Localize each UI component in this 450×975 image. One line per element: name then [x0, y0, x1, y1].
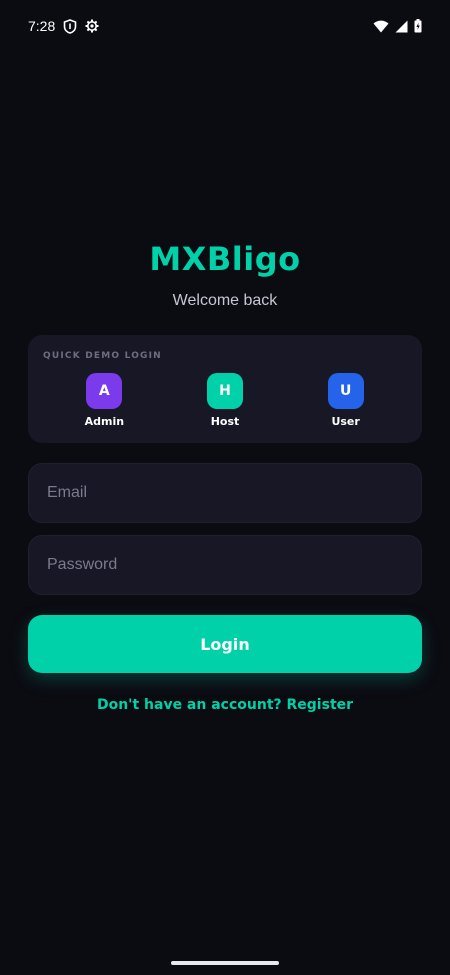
status-right — [373, 19, 422, 33]
register-link[interactable]: Don't have an account? Register — [0, 697, 450, 713]
password-input[interactable] — [29, 536, 421, 594]
welcome-subtitle: Welcome back — [172, 292, 278, 309]
quick-demo-options: A Admin H Host U User — [28, 373, 422, 428]
shield-icon — [63, 18, 77, 34]
status-left: 7:28 — [28, 18, 99, 34]
admin-label: Admin — [84, 415, 125, 428]
home-indicator[interactable] — [171, 961, 279, 965]
email-input[interactable] — [29, 464, 421, 522]
demo-login-user[interactable]: U User — [306, 373, 386, 428]
admin-badge: A — [86, 373, 123, 409]
settings-gear-icon — [85, 19, 99, 33]
demo-login-admin[interactable]: A Admin — [64, 373, 144, 428]
wifi-icon — [373, 20, 389, 33]
quick-demo-card: QUICK DEMO LOGIN A Admin H Host U User — [28, 335, 422, 443]
signal-icon — [395, 20, 408, 33]
password-field-container — [28, 535, 422, 595]
demo-login-host[interactable]: H Host — [185, 373, 265, 428]
user-label: User — [331, 415, 360, 428]
status-bar: 7:28 — [0, 0, 450, 52]
host-badge: H — [206, 373, 243, 409]
quick-demo-title: QUICK DEMO LOGIN — [43, 351, 162, 361]
status-time: 7:28 — [28, 18, 56, 34]
email-field-container — [28, 463, 422, 523]
user-badge: U — [327, 373, 364, 409]
host-label: Host — [210, 415, 240, 428]
app-title: MXBligo — [149, 240, 301, 278]
battery-icon — [414, 19, 422, 33]
login-button[interactable]: Login — [28, 615, 422, 673]
